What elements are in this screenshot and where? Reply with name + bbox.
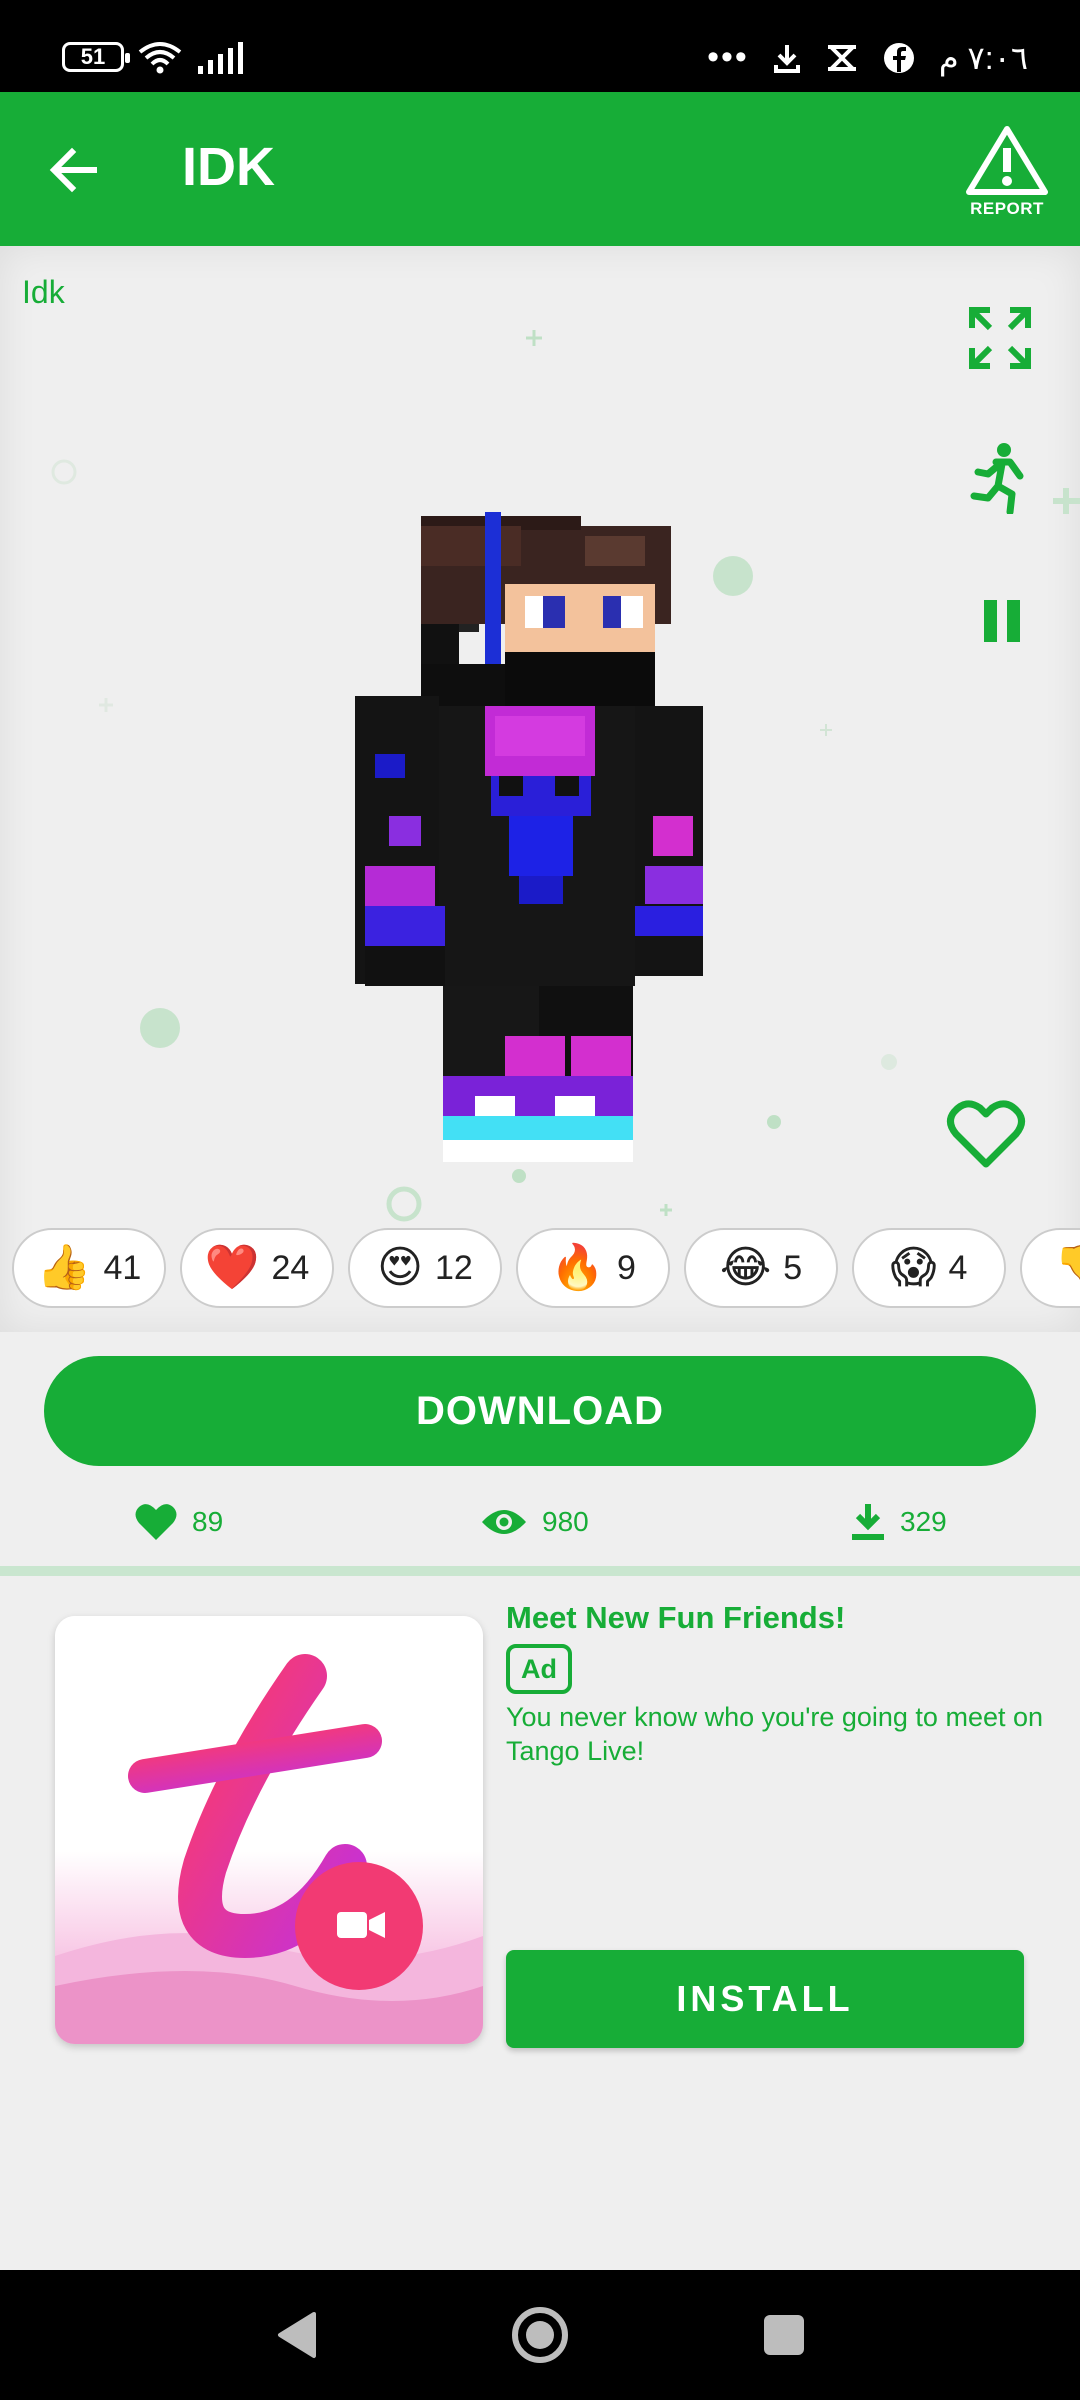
app-bar: IDK REPORT xyxy=(0,92,1080,246)
nav-back-icon[interactable] xyxy=(274,2310,318,2360)
reaction-count: 24 xyxy=(271,1248,310,1287)
shocked-icon: 😱 xyxy=(890,1243,937,1292)
status-right: ••• ٧:٠٦ م xyxy=(707,38,1028,77)
capcut-icon xyxy=(827,44,856,71)
download-button[interactable]: DOWNLOAD xyxy=(44,1356,1036,1466)
system-nav-bar xyxy=(0,2270,1080,2400)
reaction-thumbs-down[interactable]: 👎1 xyxy=(1020,1228,1080,1308)
signal-icon xyxy=(198,42,243,74)
warning-icon xyxy=(966,126,1048,195)
download-status-icon xyxy=(773,44,800,73)
likes-stat: 89 xyxy=(134,1494,223,1550)
downloads-stat: 329 xyxy=(850,1494,947,1550)
reaction-count: 4 xyxy=(948,1248,968,1287)
reaction-laughing[interactable]: 😂 5 xyxy=(684,1228,838,1308)
reaction-count: 41 xyxy=(103,1248,142,1287)
ad-title: Meet New Fun Friends! xyxy=(506,1600,846,1635)
heart-filled-icon xyxy=(135,1504,177,1540)
nav-home-icon[interactable] xyxy=(510,2305,570,2365)
ad-description: You never know who you're going to meet … xyxy=(506,1702,1044,1766)
eye-icon xyxy=(482,1510,526,1534)
clock: ٧:٠٦ م xyxy=(938,39,1028,76)
ad-banner[interactable]: Meet New Fun Friends! Ad You never know … xyxy=(0,1576,1080,2270)
downloads-count: 329 xyxy=(900,1506,947,1537)
thumbs-down-icon: 👎 xyxy=(1054,1246,1080,1290)
report-label: REPORT xyxy=(970,199,1044,218)
facebook-icon xyxy=(883,42,914,73)
skin-viewer[interactable]: Idk xyxy=(0,246,1080,1332)
page-title: IDK xyxy=(182,137,275,197)
heart-eyes-icon: 😍 xyxy=(377,1243,424,1292)
battery-icon: 51 xyxy=(62,42,130,72)
divider xyxy=(0,1566,1080,1576)
install-button[interactable]: INSTALL xyxy=(506,1950,1024,2048)
favorite-heart-icon[interactable] xyxy=(946,1098,1026,1170)
reaction-count: 12 xyxy=(435,1248,473,1287)
reaction-count: 9 xyxy=(616,1248,636,1287)
skin-model[interactable] xyxy=(355,396,715,1176)
heart-icon: ❤️ xyxy=(204,1243,260,1292)
laughing-icon: 😂 xyxy=(719,1243,772,1292)
wifi-icon xyxy=(138,42,182,74)
fullscreen-icon[interactable] xyxy=(968,306,1032,370)
more-dots-icon: ••• xyxy=(707,38,749,76)
pause-icon[interactable] xyxy=(978,596,1028,646)
ad-badge: Ad xyxy=(506,1644,572,1694)
status-left: 51 xyxy=(62,40,248,74)
reaction-thumbs-up[interactable]: 👍 41 xyxy=(12,1228,166,1308)
ad-image[interactable] xyxy=(55,1616,483,2044)
likes-count: 89 xyxy=(192,1506,224,1537)
reaction-fire[interactable]: 🔥 9 xyxy=(516,1228,670,1308)
reaction-heart-eyes[interactable]: 😍 12 xyxy=(348,1228,502,1308)
views-stat: 980 xyxy=(480,1494,589,1550)
status-bar: 51 ••• ٧:٠٦ م xyxy=(0,0,1080,92)
reaction-heart[interactable]: ❤️ 24 xyxy=(180,1228,334,1308)
download-icon xyxy=(852,1504,884,1540)
back-arrow-icon[interactable] xyxy=(44,140,104,200)
reaction-shocked[interactable]: 😱 4 xyxy=(852,1228,1006,1308)
fire-icon: 🔥 xyxy=(550,1243,605,1292)
reaction-count: 5 xyxy=(783,1248,803,1287)
nav-recents-icon[interactable] xyxy=(762,2313,806,2357)
thumbs-up-icon: 👍 xyxy=(36,1243,92,1292)
report-button[interactable]: REPORT xyxy=(962,124,1052,234)
reaction-bar: 👍41 ❤️24 😍12 🔥9 😂5 😱4 👎1 xyxy=(0,1228,1080,1312)
tango-logo xyxy=(55,1616,483,2044)
battery-level: 51 xyxy=(80,44,106,69)
run-animation-icon[interactable] xyxy=(970,442,1030,514)
views-count: 980 xyxy=(542,1506,589,1537)
